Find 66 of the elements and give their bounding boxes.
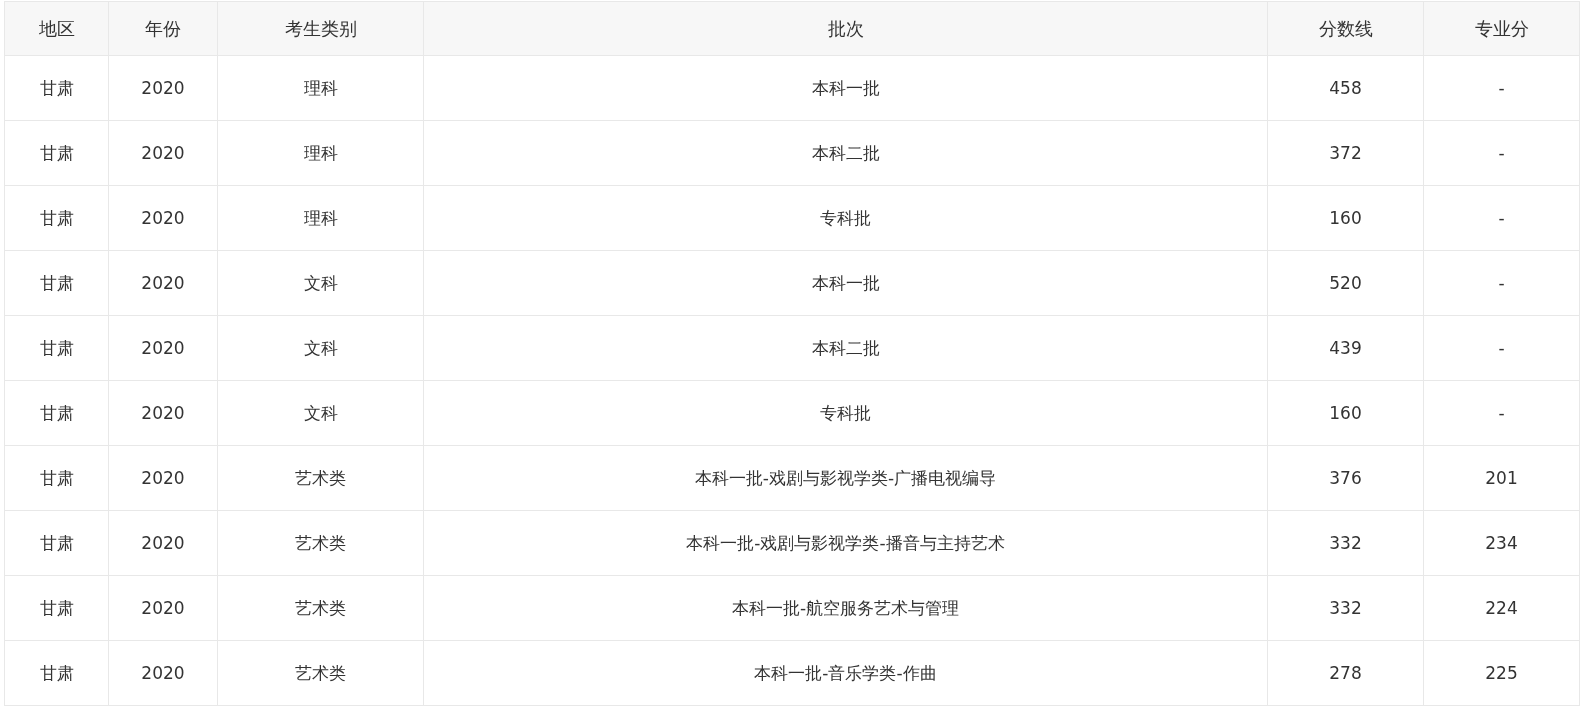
table-cell: 甘肃 <box>4 185 109 251</box>
table-cell: 2020 <box>108 55 218 121</box>
table-cell: 甘肃 <box>4 380 109 446</box>
table-cell: 甘肃 <box>4 445 109 511</box>
table-cell: 160 <box>1267 380 1424 446</box>
table-cell: 160 <box>1267 185 1424 251</box>
table-cell: 甘肃 <box>4 120 109 186</box>
table-cell: 文科 <box>217 315 424 381</box>
table-cell: 201 <box>1423 445 1580 511</box>
table-cell: 332 <box>1267 510 1424 576</box>
table-cell: 甘肃 <box>4 575 109 641</box>
table-cell: 艺术类 <box>217 575 424 641</box>
table-cell: 372 <box>1267 120 1424 186</box>
table-cell: 艺术类 <box>217 445 424 511</box>
table-cell: 本科一批-戏剧与影视学类-播音与主持艺术 <box>423 510 1268 576</box>
table-cell: 文科 <box>217 380 424 446</box>
table-cell: 2020 <box>108 510 218 576</box>
table-cell: 2020 <box>108 185 218 251</box>
table-cell: 专科批 <box>423 380 1268 446</box>
table-cell: 2020 <box>108 445 218 511</box>
table-cell: 理科 <box>217 55 424 121</box>
table-cell: 2020 <box>108 315 218 381</box>
table-cell: 458 <box>1267 55 1424 121</box>
table-cell: 2020 <box>108 380 218 446</box>
table-cell: 520 <box>1267 250 1424 316</box>
table-cell: 439 <box>1267 315 1424 381</box>
column-header: 考生类别 <box>217 1 424 56</box>
table-cell: 224 <box>1423 575 1580 641</box>
table-cell: 艺术类 <box>217 640 424 706</box>
table-cell: - <box>1423 185 1580 251</box>
table-cell: 本科一批-航空服务艺术与管理 <box>423 575 1268 641</box>
table-cell: 理科 <box>217 185 424 251</box>
table-cell: 225 <box>1423 640 1580 706</box>
table-cell: 甘肃 <box>4 640 109 706</box>
column-header: 批次 <box>423 1 1268 56</box>
column-header: 专业分 <box>1423 1 1580 56</box>
table-cell: 278 <box>1267 640 1424 706</box>
table-cell: 332 <box>1267 575 1424 641</box>
table-cell: 2020 <box>108 250 218 316</box>
table-cell: 本科二批 <box>423 315 1268 381</box>
table-cell: 234 <box>1423 510 1580 576</box>
table-cell: 本科一批-戏剧与影视学类-广播电视编导 <box>423 445 1268 511</box>
table-cell: - <box>1423 250 1580 316</box>
table-cell: 2020 <box>108 640 218 706</box>
table-cell: 甘肃 <box>4 55 109 121</box>
table-cell: 本科一批-音乐学类-作曲 <box>423 640 1268 706</box>
table-cell: 甘肃 <box>4 250 109 316</box>
table-cell: 理科 <box>217 120 424 186</box>
table-cell: 本科一批 <box>423 250 1268 316</box>
table-cell: 本科二批 <box>423 120 1268 186</box>
table-cell: 本科一批 <box>423 55 1268 121</box>
table-cell: - <box>1423 380 1580 446</box>
table-cell: 艺术类 <box>217 510 424 576</box>
column-header: 地区 <box>4 1 109 56</box>
table-cell: 文科 <box>217 250 424 316</box>
table-cell: - <box>1423 120 1580 186</box>
table-cell: 2020 <box>108 120 218 186</box>
table-cell: 甘肃 <box>4 315 109 381</box>
table-cell: 甘肃 <box>4 510 109 576</box>
table-cell: - <box>1423 315 1580 381</box>
table-cell: 2020 <box>108 575 218 641</box>
column-header: 年份 <box>108 1 218 56</box>
table-cell: - <box>1423 55 1580 121</box>
table-cell: 专科批 <box>423 185 1268 251</box>
column-header: 分数线 <box>1267 1 1424 56</box>
table-cell: 376 <box>1267 445 1424 511</box>
